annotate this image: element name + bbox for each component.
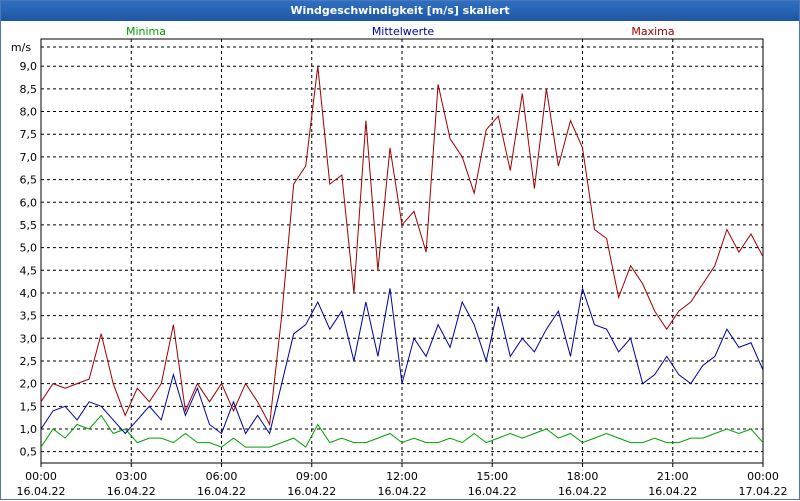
y-tick-label: 3,5 <box>20 310 38 323</box>
x-tick-date: 17.04.22 <box>739 485 788 498</box>
y-tick-label: 4,0 <box>20 287 38 300</box>
grid-lines <box>41 39 763 463</box>
y-tick-label: 6,5 <box>20 174 38 187</box>
x-tick-date: 16.04.22 <box>648 485 697 498</box>
x-tick-time: 00:00 <box>747 470 779 483</box>
x-tick-date: 16.04.22 <box>468 485 517 498</box>
y-tick-label: 4,5 <box>20 264 38 277</box>
x-tick-time: 12:00 <box>386 470 418 483</box>
x-tick-date: 16.04.22 <box>197 485 246 498</box>
y-tick-label: 8,5 <box>20 83 38 96</box>
y-tick-label: 0,5 <box>20 446 38 459</box>
y-tick-label: 3,0 <box>20 332 38 345</box>
x-tick-time: 15:00 <box>476 470 508 483</box>
y-tick-label: 1,5 <box>20 400 38 413</box>
x-tick-time: 21:00 <box>657 470 689 483</box>
y-tick-label: 2,5 <box>20 355 38 368</box>
x-tick-time: 18:00 <box>567 470 599 483</box>
x-tick-date: 16.04.22 <box>287 485 336 498</box>
axes <box>40 38 764 467</box>
x-tick-date: 16.04.22 <box>378 485 427 498</box>
y-tick-label: 6,0 <box>20 196 38 209</box>
x-tick-date: 16.04.22 <box>17 485 66 498</box>
x-tick-time: 09:00 <box>296 470 328 483</box>
x-tick-time: 03:00 <box>115 470 147 483</box>
y-tick-label: 2,0 <box>20 378 38 391</box>
legend-maxima: Maxima <box>631 25 674 38</box>
legend: Minima Mittelwerte Maxima <box>126 25 675 38</box>
y-tick-label: 7,0 <box>20 151 38 164</box>
y-tick-label: 1,0 <box>20 423 38 436</box>
legend-minima: Minima <box>126 25 166 38</box>
y-tick-label: 5,5 <box>20 219 38 232</box>
legend-mittelwerte: Mittelwerte <box>372 25 435 38</box>
y-tick-label: 8,0 <box>20 106 38 119</box>
y-axis-label: m/s <box>11 41 31 54</box>
x-tick-date: 16.04.22 <box>558 485 607 498</box>
y-tick-label: 7,5 <box>20 128 38 141</box>
y-tick-label: 5,0 <box>20 242 38 255</box>
chart-window: Windgeschwindigkeit [m/s] skaliert 0,5 1,… <box>0 0 800 500</box>
x-tick-time: 00:00 <box>25 470 57 483</box>
y-tick-label: 9,0 <box>20 60 38 73</box>
x-tick-date: 16.04.22 <box>107 485 156 498</box>
chart-canvas: 0,5 1,0 1,5 2,0 2,5 3,0 3,5 4,0 4,5 5,0 5,5 6,0 6,5 7… <box>11 25 788 498</box>
x-tick-time: 06:00 <box>206 470 238 483</box>
